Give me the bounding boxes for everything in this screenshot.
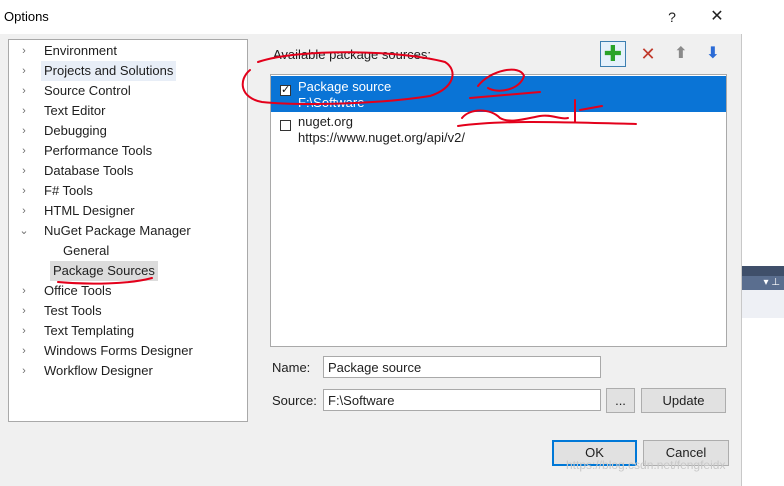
- plus-icon: ✚: [603, 41, 623, 66]
- collapse-arrow-icon[interactable]: ⌄: [17, 221, 31, 241]
- source-url: F:\Software: [298, 95, 365, 110]
- name-label: Name:: [272, 360, 311, 375]
- source-name: Package source: [298, 79, 392, 94]
- source-name: nuget.org: [298, 114, 353, 129]
- expand-arrow-icon[interactable]: ›: [17, 201, 31, 221]
- expand-arrow-icon[interactable]: ›: [17, 181, 31, 201]
- background-title-bar: [742, 266, 784, 276]
- expand-arrow-icon[interactable]: ›: [17, 81, 31, 101]
- tree-item-label: Performance Tools: [44, 143, 153, 158]
- arrow-up-icon: ⬆: [674, 45, 688, 62]
- close-button[interactable]: ✕: [703, 6, 731, 28]
- expand-arrow-icon[interactable]: ›: [17, 281, 31, 301]
- tree-item-label: General: [63, 243, 110, 258]
- arrow-down-icon: ⬇: [706, 45, 720, 62]
- package-sources-list[interactable]: ✓ Package source F:\Software nuget.org h…: [270, 74, 727, 347]
- expand-arrow-icon[interactable]: ›: [17, 321, 31, 341]
- tree-item-label: NuGet Package Manager: [44, 223, 191, 238]
- list-item[interactable]: ✓ Package source F:\Software: [271, 76, 726, 112]
- remove-source-button[interactable]: ✕: [635, 41, 661, 67]
- expand-arrow-icon[interactable]: ›: [17, 141, 31, 161]
- background-ide-panel: ▾ ⊥: [742, 266, 784, 318]
- expand-arrow-icon[interactable]: ›: [17, 161, 31, 181]
- tree-item-label: Projects and Solutions: [41, 61, 177, 81]
- source-label: Source:: [272, 393, 317, 408]
- pin-icon: ▾ ⊥: [742, 276, 784, 290]
- browse-button[interactable]: ...: [606, 388, 635, 413]
- source-enabled-checkbox[interactable]: [280, 120, 291, 131]
- source-url: https://www.nuget.org/api/v2/: [298, 130, 465, 145]
- tree-item-label: Package Sources: [50, 261, 158, 281]
- expand-arrow-icon[interactable]: ›: [17, 61, 31, 81]
- window-title: Options: [4, 9, 49, 24]
- move-down-button[interactable]: ⬇: [700, 41, 726, 67]
- expand-arrow-icon[interactable]: ›: [17, 121, 31, 141]
- delete-icon: ✕: [640, 44, 656, 64]
- move-up-button[interactable]: ⬆: [668, 41, 694, 67]
- expand-arrow-icon[interactable]: ›: [17, 41, 31, 61]
- expand-arrow-icon[interactable]: ›: [17, 341, 31, 361]
- title-bar: Options ? ✕: [0, 0, 742, 34]
- source-input[interactable]: [323, 389, 601, 411]
- tree-item-label: HTML Designer: [44, 203, 135, 218]
- tree-item-label: Windows Forms Designer: [44, 343, 193, 358]
- options-dialog: Options ? ✕ › Environment › Projects and…: [0, 0, 742, 486]
- expand-arrow-icon[interactable]: ›: [17, 361, 31, 381]
- tree-item-label: Workflow Designer: [44, 363, 153, 378]
- name-input[interactable]: [323, 356, 601, 378]
- update-button[interactable]: Update: [641, 388, 726, 413]
- tree-item-label: Debugging: [44, 123, 107, 138]
- tree-item-label: Test Tools: [44, 303, 102, 318]
- watermark: https://blog.csdn.net/fengfeidx: [566, 458, 726, 472]
- tree-item-label: Text Editor: [44, 103, 106, 118]
- source-enabled-checkbox[interactable]: ✓: [280, 85, 291, 96]
- help-button[interactable]: ?: [658, 6, 686, 28]
- expand-arrow-icon[interactable]: ›: [17, 301, 31, 321]
- add-source-button[interactable]: ✚: [600, 41, 626, 67]
- available-sources-label: Available package sources:: [273, 47, 432, 62]
- tree-item-label: Source Control: [44, 83, 131, 98]
- tree-item-label: Database Tools: [44, 163, 134, 178]
- tree-item-label: Text Templating: [44, 323, 135, 338]
- expand-arrow-icon[interactable]: ›: [17, 101, 31, 121]
- tree-item-label: Office Tools: [44, 283, 112, 298]
- tree-item-label: Environment: [44, 43, 117, 58]
- options-tree[interactable]: › Environment › Projects and Solutions ›…: [8, 39, 248, 422]
- list-item[interactable]: nuget.org https://www.nuget.org/api/v2/: [271, 111, 726, 147]
- tree-item-label: F# Tools: [44, 183, 93, 198]
